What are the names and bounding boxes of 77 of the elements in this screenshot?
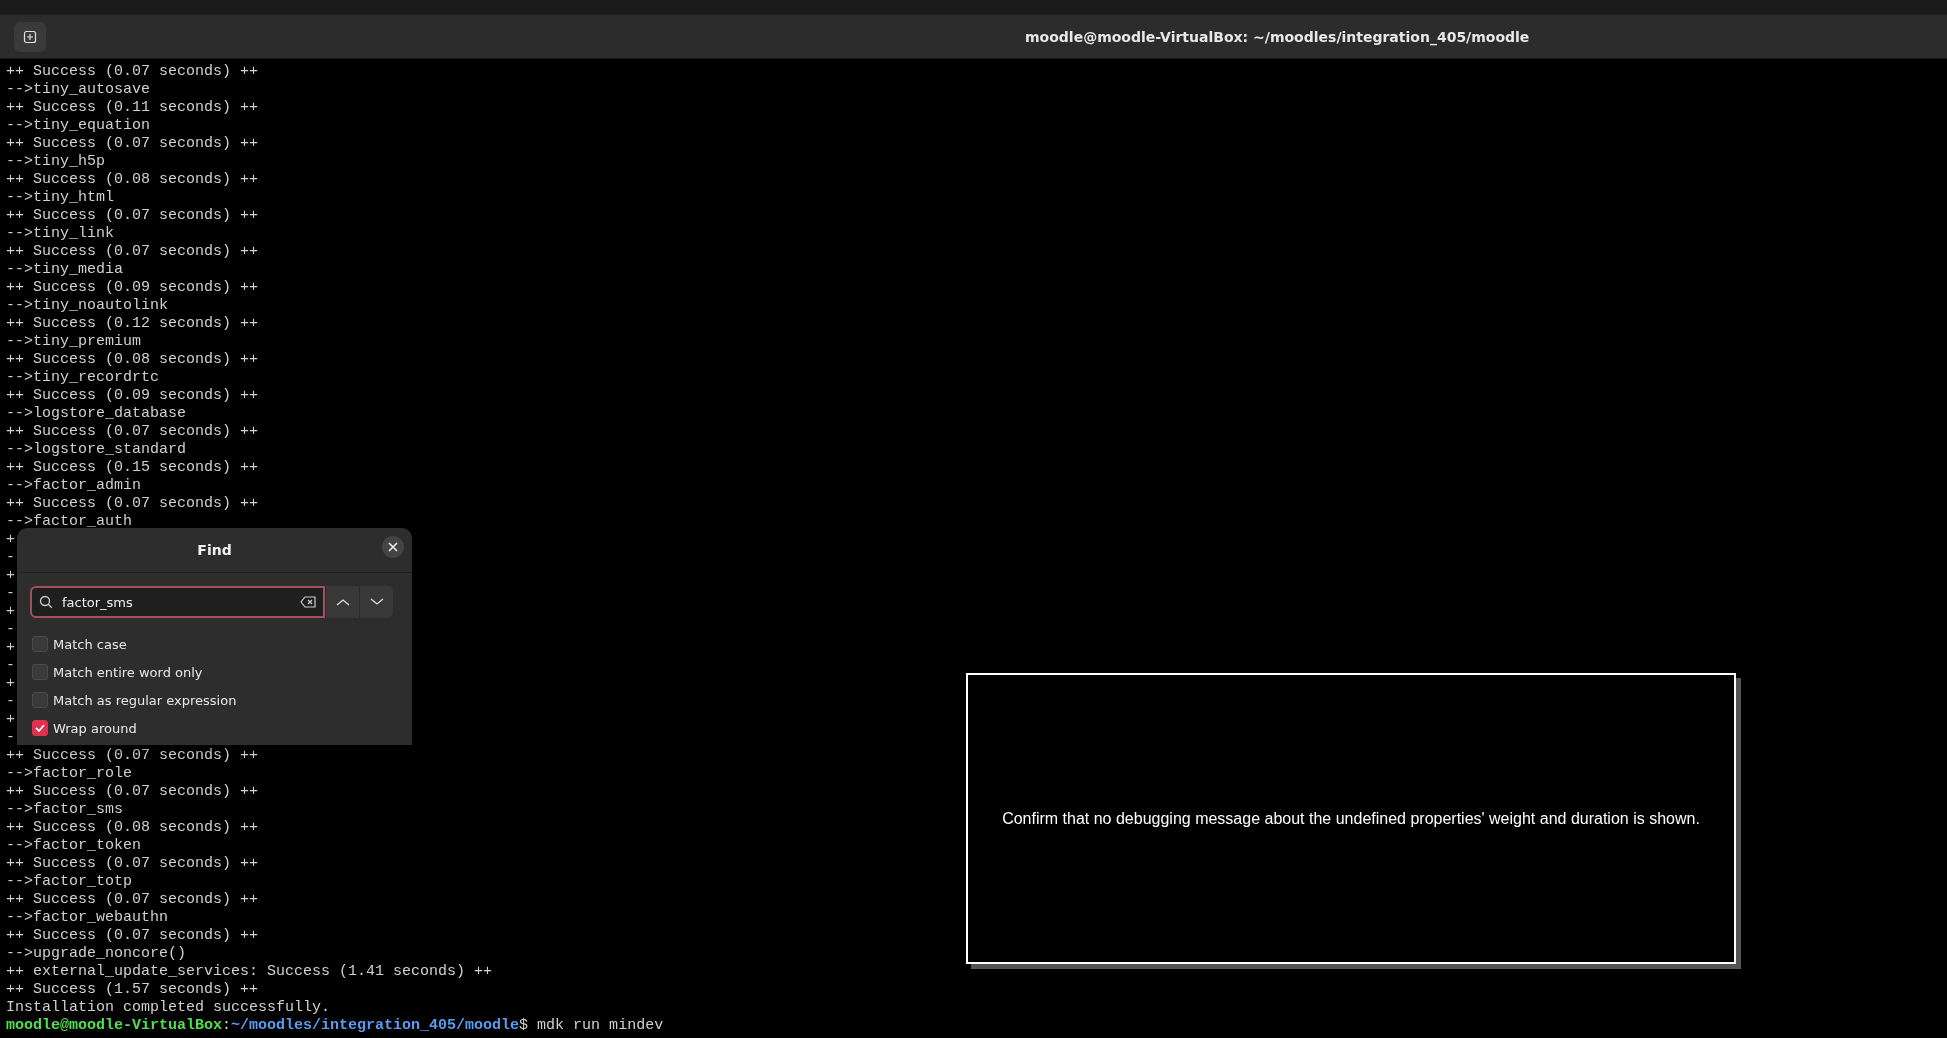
terminal-line: -->tiny_equation <box>6 117 151 135</box>
terminal-line: - <box>6 621 15 639</box>
terminal-line: ++ Success (0.15 seconds) ++ <box>6 459 259 477</box>
terminal-line: -->factor_token <box>6 837 142 855</box>
terminal-line: -->factor_totp <box>6 873 133 891</box>
checkbox[interactable] <box>32 692 48 708</box>
close-icon <box>388 542 398 552</box>
terminal-line: -->factor_role <box>6 765 133 783</box>
terminal-line: -->logstore_database <box>6 405 187 423</box>
terminal-line: - <box>6 729 15 747</box>
terminal-line: -->factor_sms <box>6 801 124 819</box>
dialog-title: Find <box>197 542 232 558</box>
terminal-line: -->factor_admin <box>6 477 142 495</box>
checkbox-label[interactable]: Match entire word only <box>53 664 203 680</box>
terminal-line: Installation completed successfully. <box>6 999 331 1017</box>
terminal-line: ++ Success (0.07 seconds) ++ <box>6 207 259 225</box>
terminal-line: + <box>6 675 15 693</box>
terminal-line: - <box>6 693 15 711</box>
chevron-down-icon <box>369 598 384 606</box>
terminal-line: ++ Success (0.08 seconds) ++ <box>6 819 259 837</box>
terminal-line: ++ Success (0.07 seconds) ++ <box>6 423 259 441</box>
terminal-line: -->tiny_premium <box>6 333 142 351</box>
terminal-line: ++ Success (0.12 seconds) ++ <box>6 315 259 333</box>
next-button[interactable] <box>359 586 393 618</box>
close-button[interactable] <box>382 536 404 558</box>
terminal-line: - <box>6 657 15 675</box>
terminal-line: -->tiny_h5p <box>6 153 106 171</box>
window-title: moodle@moodle-VirtualBox: ~/moodles/integration_405/moodle <box>1025 28 1530 45</box>
checkbox-label[interactable]: Wrap around <box>53 720 137 736</box>
terminal-line: ++ Success (0.08 seconds) ++ <box>6 171 259 189</box>
terminal-line: ++ Success (0.07 seconds) ++ <box>6 783 259 801</box>
terminal-line: -->factor_auth <box>6 513 133 531</box>
terminal-line: ++ Success (0.07 seconds) ++ <box>6 747 259 765</box>
terminal-line: -->tiny_autosave <box>6 81 151 99</box>
terminal-line: ++ Success (0.07 seconds) ++ <box>6 927 259 945</box>
terminal-line: + <box>6 567 15 585</box>
terminal-line: ++ external_update_services: Success (1.41 seconds) ++ <box>6 963 493 981</box>
search-icon <box>39 595 53 609</box>
checkbox[interactable] <box>32 720 48 736</box>
terminal-line: - <box>6 549 15 567</box>
terminal-line: ++ Success (0.09 seconds) ++ <box>6 387 259 405</box>
checkbox-label[interactable]: Match as regular expression <box>53 692 237 708</box>
terminal-line: ++ Success (0.07 seconds) ++ <box>6 243 259 261</box>
new-tab-button[interactable] <box>14 21 46 52</box>
terminal-line: ++ Success (0.07 seconds) ++ <box>6 135 259 153</box>
terminal-line: ++ Success (1.57 seconds) ++ <box>6 981 259 999</box>
terminal-line: -->factor_webauthn <box>6 909 169 927</box>
checkbox[interactable] <box>32 664 48 680</box>
terminal-line: -->upgrade_noncore() <box>6 945 187 963</box>
terminal-line: -->tiny_html <box>6 189 115 207</box>
terminal-prompt: moodle@moodle-VirtualBox:~/moodles/integration_405/moodle$ mdk run mindev <box>6 1017 664 1035</box>
checkbox-label[interactable]: Match case <box>53 636 127 652</box>
instruction-text: Confirm that no debugging message about the undefined properties' weight and duration is shown. <box>1002 809 1700 828</box>
terminal-line: - <box>6 585 15 603</box>
terminal-line: + <box>6 603 15 621</box>
terminal-line: + <box>6 531 15 549</box>
terminal-line: ++ Success (0.09 seconds) ++ <box>6 279 259 297</box>
terminal-line: ++ Success (0.07 seconds) ++ <box>6 495 259 513</box>
terminal-line: -->tiny_link <box>6 225 115 243</box>
previous-button[interactable] <box>325 586 359 618</box>
terminal-line: -->tiny_noautolink <box>6 297 169 315</box>
new-tab-icon <box>23 29 37 44</box>
chevron-up-icon <box>335 598 350 606</box>
terminal-line: -->tiny_recordrtc <box>6 369 160 387</box>
checkmark-icon <box>35 724 45 732</box>
clear-icon[interactable] <box>300 596 316 608</box>
checkbox[interactable] <box>32 636 48 652</box>
search-field[interactable]: factor_sms <box>30 586 325 618</box>
terminal-line: ++ Success (0.11 seconds) ++ <box>6 99 259 117</box>
terminal-line: -->logstore_standard <box>6 441 187 459</box>
terminal-line: ++ Success (0.07 seconds) ++ <box>6 891 259 909</box>
terminal-line: ++ Success (0.08 seconds) ++ <box>6 351 259 369</box>
terminal-line: ++ Success (0.07 seconds) ++ <box>6 855 259 873</box>
terminal-line: + <box>6 711 15 729</box>
terminal-line: + <box>6 639 15 657</box>
terminal-line: ++ Success (0.07 seconds) ++ <box>6 63 259 81</box>
terminal-line: -->tiny_media <box>6 261 124 279</box>
